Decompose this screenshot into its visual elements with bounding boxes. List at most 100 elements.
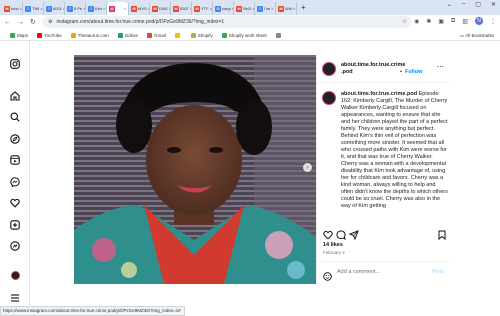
- emoji-icon[interactable]: [323, 268, 332, 286]
- caption-username[interactable]: about.time.for.true.crime.pod: [341, 91, 417, 97]
- bookmark-label: Thesaurus.com: [77, 32, 109, 38]
- close-tab-icon[interactable]: ×: [124, 6, 126, 11]
- chevron-down-icon[interactable]: ⌄: [447, 1, 452, 8]
- post-photo[interactable]: ›: [74, 55, 316, 284]
- extension-icon-3[interactable]: ▣: [438, 18, 444, 25]
- maximize-icon[interactable]: ▢: [475, 1, 481, 8]
- tab-label: Se2I: [243, 6, 252, 11]
- close-tab-icon[interactable]: ×: [293, 6, 295, 11]
- back-icon[interactable]: ←: [4, 19, 11, 26]
- browser-tab[interactable]: M Whi ×: [276, 2, 297, 15]
- bookmark-icon: [190, 32, 196, 38]
- browser-tab[interactable]: M DNG ×: [150, 2, 171, 15]
- star-icon[interactable]: ☆: [402, 18, 407, 25]
- browser-tab[interactable]: ≡ TWI ×: [23, 2, 44, 15]
- share-icon[interactable]: [348, 227, 359, 245]
- bookmark-icon: [10, 32, 15, 38]
- messenger-icon[interactable]: [9, 176, 21, 188]
- google-icon: G: [215, 5, 221, 12]
- close-tab-icon[interactable]: ×: [103, 6, 105, 11]
- activity-icon[interactable]: [9, 240, 21, 252]
- instagram-logo-icon[interactable]: [9, 58, 21, 70]
- browser-tab[interactable]: ◎ ×: [107, 2, 129, 15]
- caption-block: about.time.for.true.crime.pod Episode 16…: [322, 91, 448, 239]
- gmail-icon: M: [278, 5, 284, 12]
- bookmark-icon: [221, 32, 227, 38]
- bookmark-icon: [70, 32, 76, 38]
- bookmark-label: Maps: [17, 32, 29, 38]
- tab-label: MVS: [138, 6, 147, 11]
- bookmark-item[interactable]: Gdrive: [117, 32, 138, 38]
- extension-icon-2[interactable]: ✱: [426, 18, 431, 25]
- browser-tab[interactable]: M Se2I ×: [234, 2, 255, 15]
- menu-icon[interactable]: ⋮: [490, 18, 496, 25]
- gmail-icon: M: [194, 5, 200, 12]
- bookmark-item[interactable]: YouTube: [37, 32, 62, 38]
- post-header: about.time.for.true.crime .pod • Follow …: [317, 55, 450, 83]
- bookmark-item[interactable]: [275, 32, 283, 38]
- home-icon[interactable]: [9, 90, 21, 102]
- browser-tab[interactable]: Gcargi ×: [213, 2, 234, 15]
- bookmark-label: YouTube: [44, 32, 62, 38]
- more-menu-icon[interactable]: [9, 292, 21, 304]
- browser-tab[interactable]: M MVS ×: [129, 2, 150, 15]
- author-avatar[interactable]: [322, 62, 336, 76]
- close-tab-icon[interactable]: ×: [40, 6, 42, 11]
- next-image-icon[interactable]: ›: [303, 163, 312, 172]
- bookmark-item[interactable]: [174, 32, 182, 38]
- profile-avatar[interactable]: N: [475, 17, 483, 25]
- close-icon[interactable]: ✕: [491, 1, 496, 8]
- reels-icon[interactable]: [9, 154, 21, 166]
- tab-label: DNG: [159, 6, 168, 11]
- create-icon[interactable]: [9, 219, 21, 231]
- bookmarks-bar: Maps YouTube Thesaurus.com Gdrive Gmail Shopi…: [0, 30, 500, 41]
- gmail-icon: M: [236, 5, 242, 12]
- extension-icon-1[interactable]: ◉: [414, 18, 419, 25]
- close-tab-icon[interactable]: ×: [20, 6, 22, 11]
- heart-icon[interactable]: [9, 197, 21, 209]
- browser-tab[interactable]: ≡6001×: [44, 2, 65, 15]
- bookmark-item[interactable]: Shopify: [190, 32, 213, 38]
- tab-label: Whi: [285, 6, 292, 11]
- browser-tab[interactable]: M YTF ×: [192, 2, 213, 15]
- bookmark-item[interactable]: Shopify work sheet: [221, 32, 267, 38]
- doc-icon: ≡: [25, 5, 31, 12]
- likes-count[interactable]: 14 likes: [323, 242, 343, 248]
- tab-label: Inbo: [11, 6, 19, 11]
- address-bar[interactable]: ⚙ instagram.com/about.time.for.true.crim…: [42, 16, 412, 28]
- browser-tab-strip: MInbo×≡TWI×≡6001×≡8 Pe×≡Kim×◎×MMVS×MDNG×…: [0, 0, 500, 15]
- comment-input[interactable]: Add a comment...: [337, 269, 380, 275]
- gmail-icon: M: [152, 5, 158, 12]
- bookmark-item[interactable]: Gmail: [146, 32, 166, 38]
- close-tab-icon[interactable]: ×: [210, 6, 212, 11]
- bookmark-icon: [174, 32, 180, 38]
- close-tab-icon[interactable]: ×: [271, 6, 273, 11]
- tab-label: 6001: [53, 6, 62, 11]
- bookmark-icon: [117, 32, 123, 38]
- site-info-icon[interactable]: ⚙: [48, 19, 52, 25]
- save-icon[interactable]: [437, 227, 447, 245]
- browser-tab[interactable]: M5307×: [171, 2, 192, 15]
- follow-button[interactable]: Follow: [405, 69, 422, 75]
- browser-tab[interactable]: ≡ Kim ×: [86, 2, 107, 15]
- browser-tab[interactable]: M Inbo ×: [2, 2, 23, 15]
- status-bar-url: https://www.instagram.com/about.time.for…: [0, 306, 185, 316]
- action-bar: [323, 227, 447, 241]
- post-comment-button[interactable]: Post: [432, 269, 444, 275]
- forward-icon[interactable]: →: [17, 19, 24, 26]
- new-tab-icon[interactable]: +: [301, 3, 306, 12]
- all-bookmarks[interactable]: ▭ All Bookmarks: [460, 33, 494, 39]
- reload-icon[interactable]: ↻: [30, 18, 36, 26]
- search-icon[interactable]: [9, 111, 21, 123]
- minimize-icon[interactable]: –: [462, 1, 465, 8]
- explore-icon[interactable]: [9, 133, 21, 145]
- caption-author-avatar[interactable]: [322, 91, 336, 105]
- sidepanel-icon[interactable]: ▥: [462, 18, 468, 25]
- puzzle-icon[interactable]: ⧉: [451, 18, 455, 25]
- browser-tab[interactable]: ≡ 8 Pe ×: [65, 2, 86, 15]
- bookmark-item[interactable]: Maps: [10, 32, 29, 38]
- more-options-icon[interactable]: ⋯: [437, 63, 444, 71]
- profile-avatar-icon[interactable]: [9, 269, 21, 281]
- browser-tab[interactable]: ≡ I've ×: [255, 2, 276, 15]
- bookmark-item[interactable]: Thesaurus.com: [70, 32, 109, 38]
